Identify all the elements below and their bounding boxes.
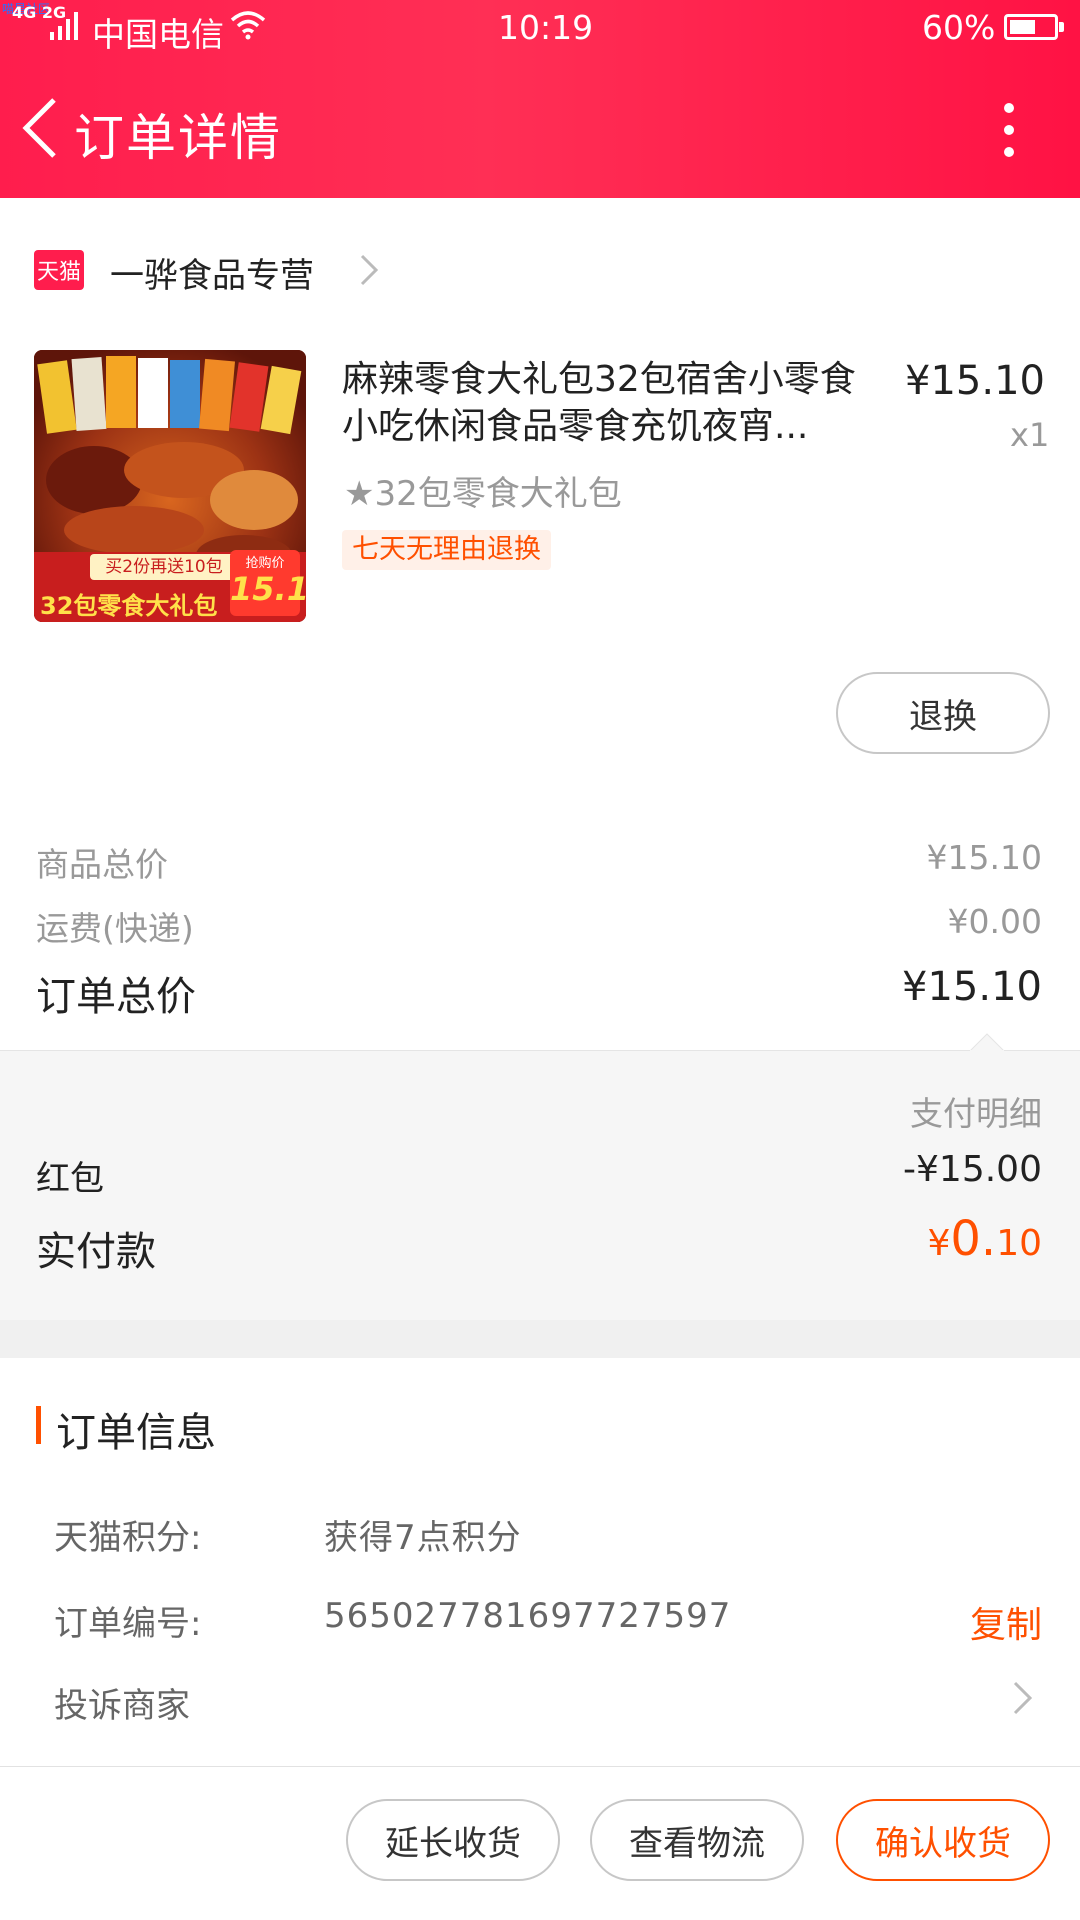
goods-total-label: 商品总价 [36,845,168,884]
wifi-icon [230,11,266,40]
hongbao-label: 红包 [36,1159,104,1199]
order-info-title: 订单信息 [56,1410,216,1456]
order-total-value: ¥15.10 [902,964,1042,1010]
store-name[interactable]: 一骅食品专营 [110,248,314,297]
exchange-button[interactable]: 退换 [836,672,1050,754]
tmall-logo: 天猫 [34,250,84,290]
product-price: ¥15.10 [905,358,1045,404]
chevron-right-icon [360,254,379,286]
paid-integer: 0. [950,1211,997,1267]
return-policy-tag: 七天无理由退换 [342,530,551,570]
chevron-left-icon[interactable] [18,96,62,160]
bottom-action-bar: 延长收货 查看物流 确认收货 [0,1766,1080,1920]
product-quantity: x1 [1010,416,1050,454]
paid-amount-value: ¥0.10 [927,1211,1042,1267]
thumbnail-price-label: 抢购价 [245,556,285,571]
points-value: 获得7点积分 [324,1518,522,1558]
product-thumbnail[interactable]: 买2份再送10包 32包零食大礼包 抢购价 15.1 [34,350,306,622]
section-divider [0,1320,1080,1358]
payment-detail-title: 支付明细 [910,1094,1042,1133]
copy-order-number-button[interactable]: 复制 [970,1596,1042,1648]
more-vertical-icon[interactable] [994,98,1024,162]
battery-icon [1004,14,1064,40]
order-number-value: 565027781697727597 [324,1596,732,1636]
paid-amount-label: 实付款 [36,1229,156,1275]
title-bar: 订单详情 [0,80,1080,180]
thumbnail-price-box: 抢购价 15.1 [230,550,306,616]
page-title: 订单详情 [74,109,282,167]
shipping-value: ¥0.00 [947,902,1042,941]
battery-percent: 60% [922,8,996,47]
goods-total-value: ¥15.10 [926,838,1042,877]
caret-up-icon [970,1033,1004,1051]
confirm-receipt-button[interactable]: 确认收货 [836,1799,1050,1881]
complaint-merchant-link[interactable]: 投诉商家 [54,1678,190,1727]
hongbao-value: -¥15.00 [903,1149,1042,1190]
carrier-name: 中国电信 [92,15,224,54]
chevron-right-icon[interactable] [1012,1680,1034,1716]
product-title[interactable]: 麻辣零食大礼包32包宿舍小零食小吃休闲食品零食充饥夜宵... [342,356,882,450]
view-logistics-button[interactable]: 查看物流 [590,1799,804,1881]
battery-level [1010,20,1035,34]
thumbnail-price: 15.1 [230,570,306,608]
points-label: 天猫积分: [54,1518,202,1558]
header: 喵星社区 4G 2G 中国电信 10:19 60% 订单详情 [0,0,1080,198]
payment-detail-panel: 支付明细 红包 -¥15.00 实付款 ¥0.10 [0,1033,1080,1320]
extend-receipt-button[interactable]: 延长收货 [346,1799,560,1881]
signal-icon [50,12,78,40]
section-accent-bar [36,1406,41,1444]
clock: 10:19 [498,8,594,47]
store-row[interactable]: 天猫 一骅食品专营 [0,240,1080,300]
shipping-label: 运费(快递) [36,909,194,948]
thumbnail-promo-banner: 买2份再送10包 [90,554,238,580]
product-sku: ★32包零食大礼包 [344,474,622,514]
status-bar: 喵星社区 4G 2G 中国电信 10:19 60% [0,0,1080,58]
paid-decimal: 10 [996,1223,1042,1264]
paid-currency: ¥ [927,1223,951,1264]
order-number-label: 订单编号: [54,1604,202,1644]
thumbnail-banner-text: 32包零食大礼包 [40,592,218,620]
order-total-label: 订单总价 [36,974,196,1020]
